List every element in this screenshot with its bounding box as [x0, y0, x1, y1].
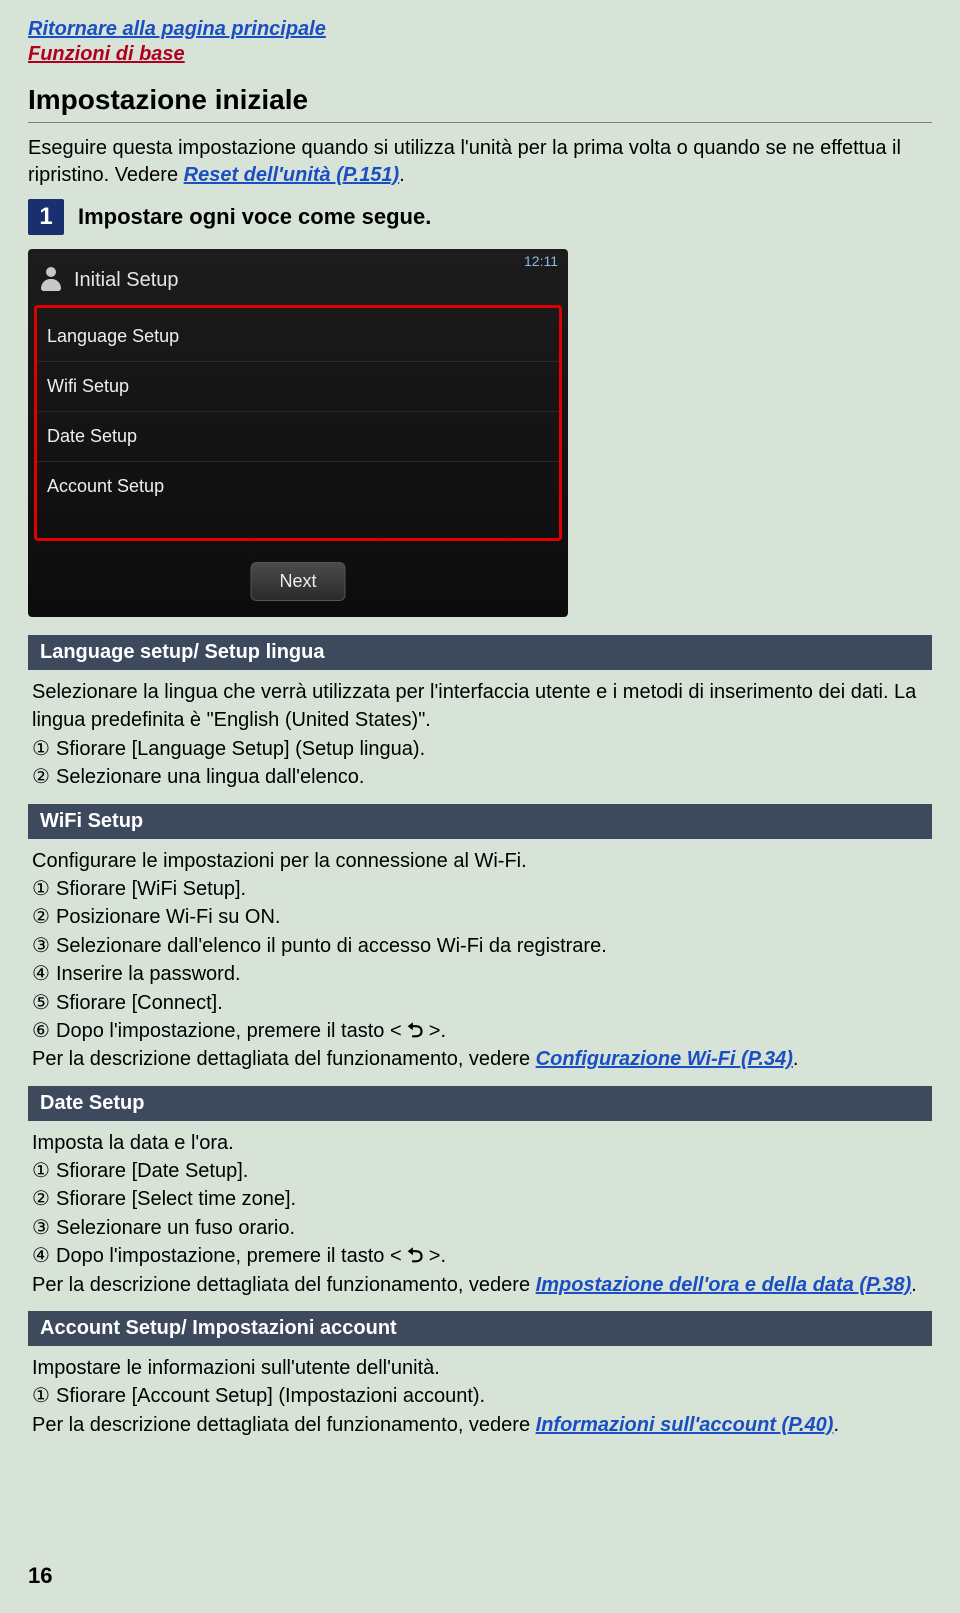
section-body-language: Selezionare la lingua che verrà utilizza…: [28, 670, 932, 804]
wifi-step-6-after: >.: [423, 1020, 446, 1042]
wifi-footer-before: Per la descrizione dettagliata del funzi…: [32, 1048, 536, 1070]
date-step-4-after: >.: [423, 1245, 446, 1267]
wifi-footer-after: .: [793, 1048, 799, 1070]
reset-link[interactable]: Reset dell'unità (P.151): [184, 164, 400, 186]
account-footer-after: .: [833, 1414, 839, 1436]
date-step-2: Sfiorare [Select time zone].: [56, 1188, 296, 1210]
page-title: Impostazione iniziale: [28, 84, 932, 123]
section-header-account: Account Setup/ Impostazioni account: [28, 1311, 932, 1346]
wifi-desc: Configurare le impostazioni per la conne…: [32, 847, 928, 875]
account-step-1: Sfiorare [Account Setup] (Impostazioni a…: [56, 1385, 485, 1407]
circled-1-icon: ①: [32, 1157, 56, 1185]
section-body-wifi: Configurare le impostazioni per la conne…: [28, 839, 932, 1086]
circled-3-icon: ③: [32, 1214, 56, 1242]
language-step-1: Sfiorare [Language Setup] (Setup lingua)…: [56, 738, 425, 760]
circled-3-icon: ③: [32, 932, 56, 960]
circled-5-icon: ⑤: [32, 989, 56, 1017]
section-header-language: Language setup/ Setup lingua: [28, 635, 932, 670]
page-number: 16: [28, 1563, 52, 1589]
circled-6-icon: ⑥: [32, 1017, 56, 1045]
circled-2-icon: ②: [32, 903, 56, 931]
intro-paragraph: Eseguire questa impostazione quando si u…: [28, 135, 932, 189]
date-desc: Imposta la data e l'ora.: [32, 1129, 928, 1157]
section-header-date: Date Setup: [28, 1086, 932, 1121]
step-number-badge: 1: [28, 199, 64, 235]
date-step-3: Selezionare un fuso orario.: [56, 1217, 295, 1239]
circled-1-icon: ①: [32, 735, 56, 763]
circled-1-icon: ①: [32, 875, 56, 903]
wifi-step-4: Inserire la password.: [56, 963, 241, 985]
wifi-config-link[interactable]: Configurazione Wi-Fi (P.34): [536, 1048, 793, 1070]
intro-text-after: .: [399, 164, 405, 186]
wifi-step-2: Posizionare Wi-Fi su ON.: [56, 906, 281, 928]
section-body-account: Impostare le informazioni sull'utente de…: [28, 1346, 932, 1451]
circled-2-icon: ②: [32, 1185, 56, 1213]
highlight-box: Language Setup Wifi Setup Date Setup Acc…: [34, 305, 562, 541]
home-link[interactable]: Ritornare alla pagina principale: [28, 18, 326, 40]
device-menu-account[interactable]: Account Setup: [37, 462, 559, 511]
circled-2-icon: ②: [32, 763, 56, 791]
wifi-step-5: Sfiorare [Connect].: [56, 992, 223, 1014]
section-label: Funzioni di base: [28, 43, 932, 66]
account-desc: Impostare le informazioni sull'utente de…: [32, 1354, 928, 1382]
circled-4-icon: ④: [32, 1242, 56, 1270]
wifi-step-1: Sfiorare [WiFi Setup].: [56, 878, 246, 900]
device-screenshot: 12:11 Initial Setup Language Setup Wifi …: [28, 249, 568, 617]
date-step-4-before: Dopo l'impostazione, premere il tasto <: [56, 1245, 407, 1267]
return-icon: ⮌: [407, 1242, 423, 1270]
wifi-step-3: Selezionare dall'elenco il punto di acce…: [56, 935, 607, 957]
date-footer-before: Per la descrizione dettagliata del funzi…: [32, 1274, 536, 1296]
circled-4-icon: ④: [32, 960, 56, 988]
intro-text-before: Eseguire questa impostazione quando si u…: [28, 137, 901, 186]
account-info-link[interactable]: Informazioni sull'account (P.40): [536, 1414, 834, 1436]
device-menu-language[interactable]: Language Setup: [37, 312, 559, 362]
step-1-row: 1 Impostare ogni voce come segue.: [28, 199, 932, 235]
language-step-2: Selezionare una lingua dall'elenco.: [56, 766, 365, 788]
device-title: Initial Setup: [74, 269, 179, 292]
device-next-button[interactable]: Next: [250, 562, 345, 601]
device-menu-wifi[interactable]: Wifi Setup: [37, 362, 559, 412]
language-desc: Selezionare la lingua che verrà utilizza…: [32, 678, 928, 735]
step-1-label: Impostare ogni voce come segue.: [78, 204, 431, 230]
account-footer-before: Per la descrizione dettagliata del funzi…: [32, 1414, 536, 1436]
date-footer-after: .: [911, 1274, 917, 1296]
person-icon: [38, 267, 64, 293]
date-config-link[interactable]: Impostazione dell'ora e della data (P.38…: [536, 1274, 912, 1296]
circled-1-icon: ①: [32, 1382, 56, 1410]
section-header-wifi: WiFi Setup: [28, 804, 932, 839]
device-clock: 12:11: [524, 253, 558, 269]
wifi-step-6-before: Dopo l'impostazione, premere il tasto <: [56, 1020, 407, 1042]
device-menu-date[interactable]: Date Setup: [37, 412, 559, 462]
date-step-1: Sfiorare [Date Setup].: [56, 1160, 248, 1182]
return-icon: ⮌: [407, 1017, 423, 1045]
section-body-date: Imposta la data e l'ora. ①Sfiorare [Date…: [28, 1121, 932, 1311]
